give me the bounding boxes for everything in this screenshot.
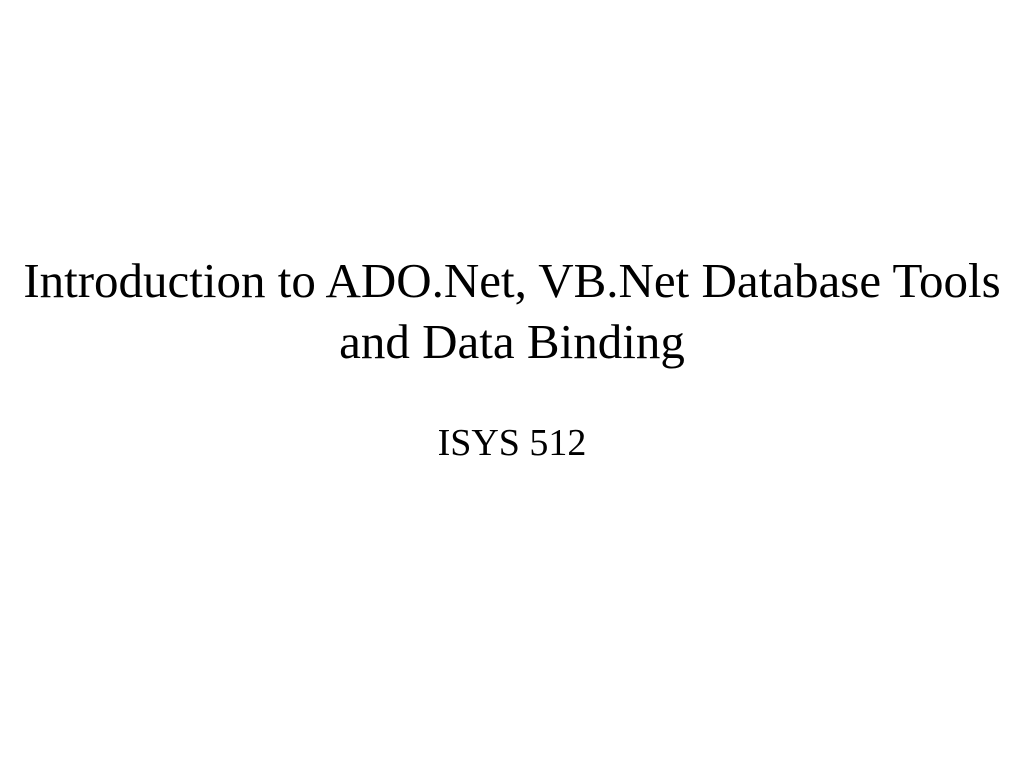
slide-title: Introduction to ADO.Net, VB.Net Database… xyxy=(0,250,1024,373)
slide-subtitle: ISYS 512 xyxy=(438,421,587,465)
